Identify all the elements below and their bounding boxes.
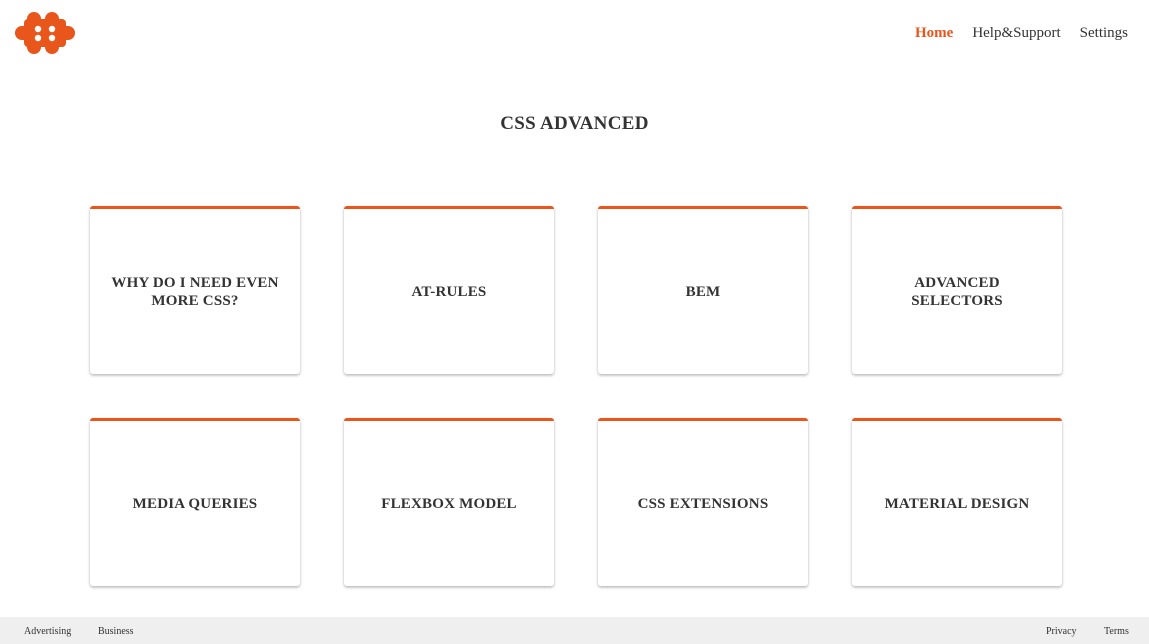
topic-card-label: WHY DO I NEED EVEN MORE CSS? <box>111 274 279 309</box>
topic-card-label: MEDIA QUERIES <box>132 495 258 512</box>
topic-card-label: MATERIAL DESIGN <box>884 495 1030 512</box>
footer-advertising-link[interactable]: Advertising <box>24 626 71 638</box>
site-footer: Advertising Business Privacy Terms <box>0 617 1149 644</box>
nav-settings[interactable]: Settings <box>1080 24 1128 42</box>
site-header: Home Help&Support Settings <box>0 0 1149 66</box>
page-title: CSS ADVANCED <box>500 113 649 134</box>
footer-privacy-link[interactable]: Privacy <box>1046 626 1077 638</box>
main-nav: Home Help&Support Settings <box>896 24 1128 42</box>
footer-business-link[interactable]: Business <box>98 626 134 638</box>
topic-card-label: ADVANCED SELECTORS <box>911 274 1003 309</box>
nav-home[interactable]: Home <box>915 24 953 42</box>
topic-card-media-queries[interactable]: MEDIA QUERIES <box>90 418 300 586</box>
topic-card-at-rules[interactable]: AT-RULES <box>344 206 554 374</box>
topic-card-label: FLEXBOX MODEL <box>381 495 517 512</box>
brand-logo-icon[interactable] <box>14 11 76 55</box>
topic-card-flexbox-model[interactable]: FLEXBOX MODEL <box>344 418 554 586</box>
topic-card-label: BEM <box>685 283 721 300</box>
topic-card-material-design[interactable]: MATERIAL DESIGN <box>852 418 1062 586</box>
topic-card-css-extensions[interactable]: CSS EXTENSIONS <box>598 418 808 586</box>
nav-help-support[interactable]: Help&Support <box>972 24 1060 42</box>
topic-card-why-more-css[interactable]: WHY DO I NEED EVEN MORE CSS? <box>90 206 300 374</box>
topic-card-label: CSS EXTENSIONS <box>637 495 769 512</box>
topic-card-bem[interactable]: BEM <box>598 206 808 374</box>
footer-terms-link[interactable]: Terms <box>1104 626 1129 638</box>
topic-card-label: AT-RULES <box>411 283 487 300</box>
topic-card-advanced-selectors[interactable]: ADVANCED SELECTORS <box>852 206 1062 374</box>
